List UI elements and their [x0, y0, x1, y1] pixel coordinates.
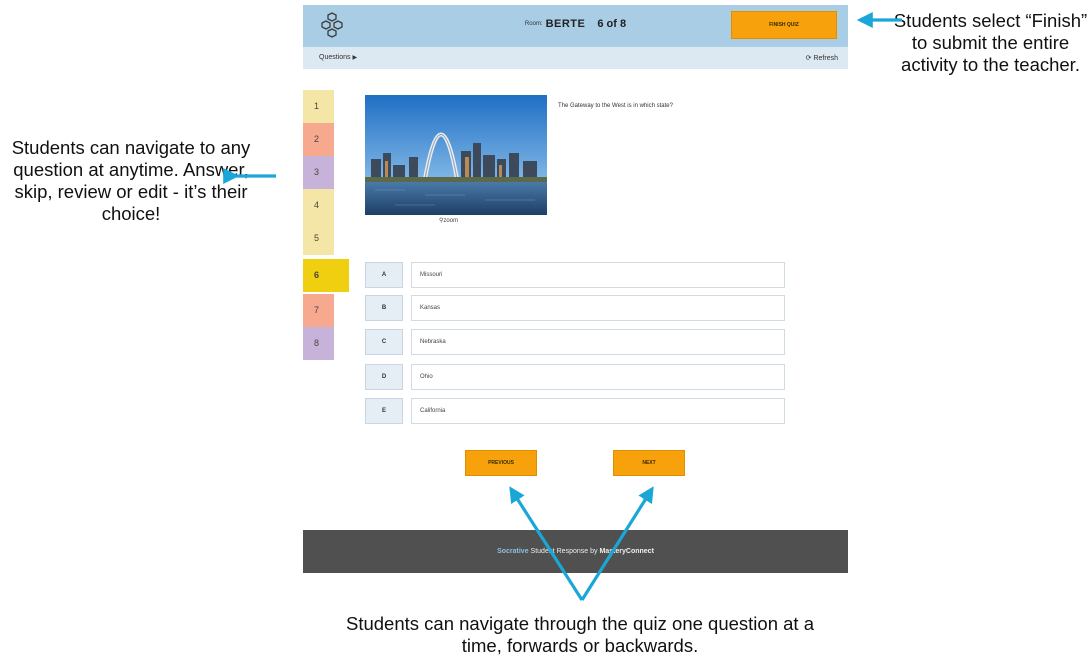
choice-letter-c[interactable]: C [365, 329, 403, 355]
question-nav-item[interactable]: 7 [303, 294, 334, 327]
question-number: 1 [314, 101, 320, 111]
top-bar: Room: BERTE 6 of 8 Finish Quiz [303, 5, 848, 47]
question-nav-item[interactable]: 1 [303, 90, 334, 123]
question-number: 5 [314, 233, 320, 243]
choice-option-d[interactable]: Ohio [411, 364, 785, 390]
footer-text: Student Response by [528, 548, 600, 555]
choice-letter-a[interactable]: A [365, 262, 403, 288]
question-number: 7 [314, 305, 320, 315]
question-text: The Gateway to the West is in which stat… [558, 103, 673, 109]
finish-quiz-button[interactable]: Finish Quiz [731, 11, 837, 39]
refresh-button[interactable]: ⟳ Refresh [806, 54, 838, 62]
zoom-link[interactable]: ⚲zoom [439, 217, 458, 224]
choice-option-a[interactable]: Missouri [411, 262, 785, 288]
footer-brand: Socrative [497, 548, 529, 555]
choice-option-c[interactable]: Nebraska [411, 329, 785, 355]
quiz-app: Room: BERTE 6 of 8 Finish Quiz Questions… [303, 5, 848, 573]
choice-option-e[interactable]: California [411, 398, 785, 424]
refresh-label: Refresh [813, 55, 838, 62]
questions-toggle[interactable]: Questions ▶ [319, 54, 357, 61]
room-code: BERTE [545, 18, 586, 30]
footer-company: MasteryConnect [599, 548, 654, 555]
annotation-bottom: Students can navigate through the quiz o… [346, 613, 814, 656]
question-number: 2 [314, 134, 320, 144]
next-button[interactable]: Next [613, 450, 685, 476]
previous-button[interactable]: Previous [465, 450, 537, 476]
sub-bar: Questions ▶ ⟳ Refresh [303, 47, 848, 69]
question-nav-item[interactable]: 4 [303, 189, 334, 222]
choice-option-b[interactable]: Kansas [411, 295, 785, 321]
question-number: 3 [314, 167, 320, 177]
questions-label: Questions [319, 54, 351, 61]
question-nav-item[interactable]: 8 [303, 327, 334, 360]
question-number: 8 [314, 338, 320, 348]
question-nav-item[interactable]: 5 [303, 222, 334, 255]
play-triangle-icon: ▶ [352, 55, 358, 61]
question-nav-item-current[interactable]: 6 [303, 259, 349, 292]
choice-letter-d[interactable]: D [365, 364, 403, 390]
question-progress: 6 of 8 [597, 18, 627, 30]
gateway-arch-photo [365, 95, 547, 215]
choice-letter-e[interactable]: E [365, 398, 403, 424]
room-label: Room: [524, 21, 543, 27]
refresh-icon: ⟳ [805, 55, 812, 62]
footer: Socrative Student Response by MasteryCon… [303, 530, 848, 573]
annotation-left: Students can navigate to any question at… [11, 137, 251, 224]
question-number: 6 [314, 270, 320, 280]
question-number: 4 [314, 200, 320, 210]
zoom-label: zoom [443, 218, 459, 224]
choice-letter-b[interactable]: B [365, 295, 403, 321]
question-nav-item[interactable]: 2 [303, 123, 334, 156]
annotation-right: Students select “Finish” to submit the e… [893, 10, 1088, 75]
question-nav-item[interactable]: 3 [303, 156, 334, 189]
